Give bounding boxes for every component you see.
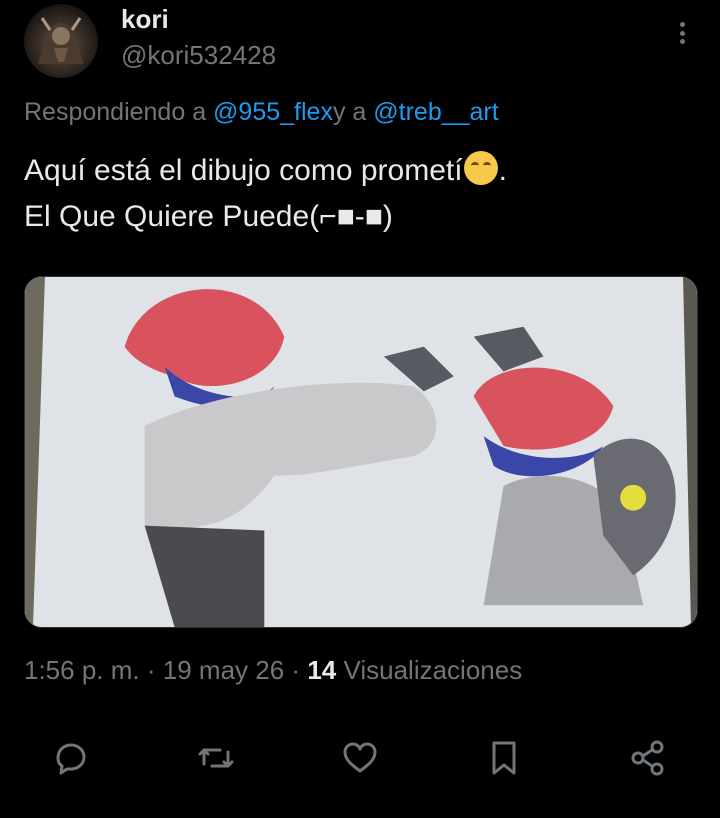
repost-icon[interactable]: [194, 736, 238, 780]
mention-link[interactable]: @955_flex: [213, 98, 333, 126]
post-meta: 1:56 p. m. · 19 may 26 · 14 Visualizacio…: [24, 655, 522, 686]
like-icon[interactable]: [338, 736, 382, 780]
replying-to: Respondiendo a @955_flexy a @treb__art: [24, 98, 499, 127]
views-label: Visualizaciones: [343, 655, 523, 685]
bookmark-icon[interactable]: [482, 736, 526, 780]
author-handle[interactable]: @kori532428: [121, 40, 276, 71]
hugging-face-icon: [463, 151, 498, 185]
action-bar: [0, 730, 720, 786]
post-time[interactable]: 1:56 p. m.: [24, 655, 140, 685]
post-text-punct: .: [498, 154, 507, 187]
replying-to-joiner: y a: [332, 98, 367, 126]
author-name[interactable]: kori: [121, 4, 169, 35]
views-count: 14: [307, 655, 337, 685]
share-icon[interactable]: [626, 736, 670, 780]
post-image[interactable]: [24, 276, 698, 628]
post-text-line2: El Que Quiere Puede(⌐■-■): [24, 200, 393, 233]
mention-link[interactable]: @treb__art: [373, 98, 498, 126]
post-date[interactable]: 19 may 26: [163, 655, 284, 685]
more-options-icon[interactable]: [672, 18, 692, 48]
replying-to-label: Respondiendo a: [24, 98, 207, 126]
avatar[interactable]: [24, 4, 98, 78]
separator: ·: [146, 655, 156, 685]
post-text-line1: Aquí está el dibujo como prometí: [24, 154, 463, 187]
post-text: Aquí está el dibujo como prometí. El Que…: [24, 148, 507, 240]
reply-icon[interactable]: [49, 736, 93, 780]
separator: ·: [291, 655, 301, 685]
